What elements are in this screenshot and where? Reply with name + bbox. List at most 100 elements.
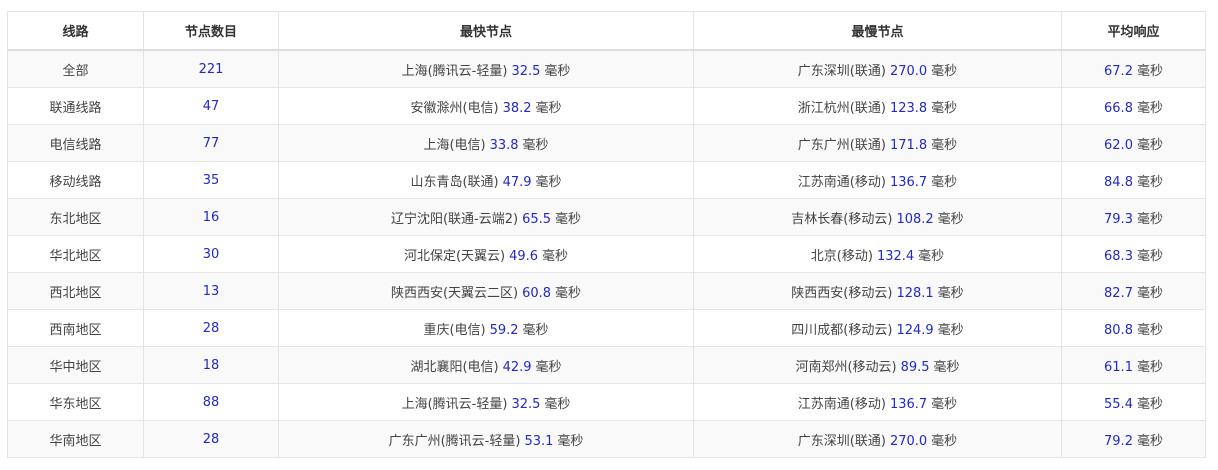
average-response-value: 79.2 <box>1104 433 1133 449</box>
average-response-value: 62.0 <box>1104 137 1133 153</box>
header-node-count: 节点数目 <box>143 11 279 51</box>
fastest-node-latency: 32.5 <box>511 63 541 79</box>
slowest-node-name: 江苏南通(移动) <box>797 174 886 190</box>
fastest-node-latency: 60.8 <box>522 285 552 301</box>
table-row: 华北地区 30 河北保定(天翼云) 49.6 毫秒 北京(移动) 132.4 毫秒 68.3 毫秒 <box>7 235 1206 273</box>
route-cell: 电信线路 <box>7 124 144 162</box>
fastest-node-cell: 辽宁沈阳(联通-云端2) 65.5 毫秒 <box>278 198 694 236</box>
average-response-cell: 68.3 毫秒 <box>1061 235 1206 273</box>
fastest-node-latency: 59.2 <box>489 322 519 338</box>
node-count-cell: 47 <box>143 87 279 125</box>
latency-unit: 毫秒 <box>535 100 562 116</box>
latency-unit: 毫秒 <box>522 137 549 153</box>
route-label: 华北地区 <box>49 248 102 264</box>
table-row: 华中地区 18 湖北襄阳(电信) 42.9 毫秒 河南郑州(移动云) 89.5 毫秒 61.1 毫… <box>7 346 1206 384</box>
route-label: 西南地区 <box>49 322 102 338</box>
latency-unit: 毫秒 <box>544 396 571 412</box>
node-count-value: 35 <box>202 172 220 188</box>
average-response-value: 66.8 <box>1104 100 1133 116</box>
node-count-value: 77 <box>202 135 220 151</box>
table-row: 全部 221 上海(腾讯云-轻量) 32.5 毫秒 广东深圳(联通) 270.0 毫秒 67.2… <box>7 49 1206 88</box>
average-response-value: 61.1 <box>1104 359 1133 375</box>
slowest-node-name: 北京(移动) <box>810 248 873 264</box>
route-cell: 联通线路 <box>7 87 144 125</box>
fastest-node-name: 湖北襄阳(电信) <box>410 359 499 375</box>
slowest-node-cell: 河南郑州(移动云) 89.5 毫秒 <box>693 346 1062 384</box>
fastest-node-name: 广东广州(腾讯云-轻量) <box>388 433 521 449</box>
slowest-node-name: 广东深圳(联通) <box>797 433 886 449</box>
node-count-value: 221 <box>198 61 224 77</box>
table-row: 联通线路 47 安徽滁州(电信) 38.2 毫秒 浙江杭州(联通) 123.8 毫秒 66.8 毫… <box>7 87 1206 125</box>
node-count-cell: 221 <box>143 49 279 88</box>
fastest-node-cell: 上海(腾讯云-轻量) 32.5 毫秒 <box>278 49 694 88</box>
latency-unit: 毫秒 <box>1136 63 1163 79</box>
slowest-node-cell: 北京(移动) 132.4 毫秒 <box>693 235 1062 273</box>
latency-unit: 毫秒 <box>1136 396 1163 412</box>
slowest-node-name: 河南郑州(移动云) <box>795 359 897 375</box>
fastest-node-cell: 安徽滁州(电信) 38.2 毫秒 <box>278 87 694 125</box>
route-cell: 全部 <box>7 49 144 88</box>
table-header-row: 线路 节点数目 最快节点 最慢节点 平均响应 <box>7 11 1206 51</box>
latency-unit: 毫秒 <box>931 433 958 449</box>
latency-unit: 毫秒 <box>931 137 958 153</box>
average-response-value: 80.8 <box>1104 322 1133 338</box>
slowest-node-latency: 171.8 <box>889 137 928 153</box>
table-row: 移动线路 35 山东青岛(联通) 47.9 毫秒 江苏南通(移动) 136.7 毫秒 84.8 毫… <box>7 161 1206 199</box>
node-count-value: 28 <box>202 431 220 447</box>
fastest-node-cell: 湖北襄阳(电信) 42.9 毫秒 <box>278 346 694 384</box>
fastest-node-name: 上海(电信) <box>423 137 486 153</box>
slowest-node-latency: 128.1 <box>896 285 934 301</box>
table-body: 全部 221 上海(腾讯云-轻量) 32.5 毫秒 广东深圳(联通) 270.0 毫秒 67.2… <box>7 49 1206 458</box>
average-response-value: 55.4 <box>1104 396 1133 412</box>
route-cell: 华北地区 <box>7 235 144 273</box>
node-count-cell: 88 <box>143 383 279 421</box>
slowest-node-name: 江苏南通(移动) <box>797 396 886 412</box>
slowest-node-latency: 136.7 <box>889 174 928 190</box>
node-count-cell: 28 <box>143 309 279 347</box>
header-average-response: 平均响应 <box>1061 11 1206 51</box>
slowest-node-latency: 124.9 <box>896 322 934 338</box>
route-cell: 移动线路 <box>7 161 144 199</box>
latency-unit: 毫秒 <box>1136 322 1163 338</box>
latency-unit: 毫秒 <box>931 174 958 190</box>
slowest-node-latency: 108.2 <box>896 211 934 227</box>
average-response-cell: 82.7 毫秒 <box>1061 272 1206 310</box>
fastest-node-cell: 上海(腾讯云-轻量) 32.5 毫秒 <box>278 383 694 421</box>
slowest-node-latency: 89.5 <box>900 359 930 375</box>
header-fastest-node: 最快节点 <box>278 11 694 51</box>
header-route: 线路 <box>7 11 144 51</box>
latency-unit: 毫秒 <box>931 396 958 412</box>
slowest-node-cell: 广东深圳(联通) 270.0 毫秒 <box>693 420 1062 458</box>
node-count-value: 13 <box>202 283 220 299</box>
latency-unit: 毫秒 <box>544 63 571 79</box>
slowest-node-cell: 广东广州(联通) 171.8 毫秒 <box>693 124 1062 162</box>
route-cell: 西南地区 <box>7 309 144 347</box>
slowest-node-name: 陕西西安(移动云) <box>791 285 893 301</box>
latency-unit: 毫秒 <box>1136 137 1163 153</box>
slowest-node-latency: 123.8 <box>889 100 928 116</box>
fastest-node-latency: 47.9 <box>502 174 532 190</box>
route-label: 电信线路 <box>49 137 102 153</box>
latency-unit: 毫秒 <box>535 174 562 190</box>
node-count-cell: 28 <box>143 420 279 458</box>
table-row: 西北地区 13 陕西西安(天翼云二区) 60.8 毫秒 陕西西安(移动云) 128.1 毫秒 8… <box>7 272 1206 310</box>
node-count-value: 30 <box>202 246 220 262</box>
route-label: 西北地区 <box>49 285 102 301</box>
average-response-value: 68.3 <box>1104 248 1133 264</box>
latency-unit: 毫秒 <box>555 285 582 301</box>
slowest-node-cell: 江苏南通(移动) 136.7 毫秒 <box>693 161 1062 199</box>
average-response-value: 79.3 <box>1104 211 1133 227</box>
latency-unit: 毫秒 <box>542 248 569 264</box>
latency-unit: 毫秒 <box>931 63 958 79</box>
table-row: 华南地区 28 广东广州(腾讯云-轻量) 53.1 毫秒 广东深圳(联通) 270.0 毫秒 7… <box>7 420 1206 458</box>
latency-unit: 毫秒 <box>918 248 945 264</box>
table-row: 华东地区 88 上海(腾讯云-轻量) 32.5 毫秒 江苏南通(移动) 136.7 毫秒 55.… <box>7 383 1206 421</box>
average-response-value: 82.7 <box>1104 285 1133 301</box>
table-row: 西南地区 28 重庆(电信) 59.2 毫秒 四川成都(移动云) 124.9 毫秒 80.8 毫秒 <box>7 309 1206 347</box>
slowest-node-cell: 江苏南通(移动) 136.7 毫秒 <box>693 383 1062 421</box>
slowest-node-latency: 270.0 <box>889 433 928 449</box>
fastest-node-cell: 重庆(电信) 59.2 毫秒 <box>278 309 694 347</box>
average-response-value: 84.8 <box>1104 174 1133 190</box>
slowest-node-cell: 广东深圳(联通) 270.0 毫秒 <box>693 49 1062 88</box>
route-label: 华中地区 <box>49 359 102 375</box>
